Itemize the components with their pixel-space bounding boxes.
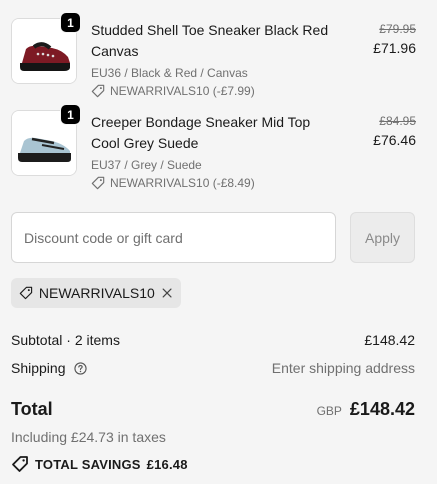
total-row: Total GBP £148.42 bbox=[11, 399, 415, 420]
currency-code: GBP bbox=[316, 404, 342, 418]
original-price: £79.95 bbox=[379, 22, 416, 36]
tag-icon bbox=[19, 286, 33, 300]
discount-code-input[interactable] bbox=[11, 212, 336, 263]
total-label: Total bbox=[11, 399, 53, 419]
taxes-note: Including £24.73 in taxes bbox=[11, 429, 166, 445]
applied-code-text: NEWARRIVALS10 bbox=[38, 285, 155, 301]
subtotal-label: Subtotal · 2 items bbox=[11, 332, 120, 348]
discounted-price: £76.46 bbox=[373, 132, 416, 148]
subtotal-row: Subtotal · 2 items £148.42 bbox=[11, 332, 415, 348]
item-discount: NEWARRIVALS10 (-£7.99) bbox=[91, 83, 341, 99]
shipping-value: Enter shipping address bbox=[271, 360, 415, 376]
tag-icon bbox=[12, 456, 28, 472]
close-icon[interactable] bbox=[161, 286, 173, 300]
help-icon[interactable] bbox=[74, 362, 88, 375]
item-discount-text: NEWARRIVALS10 (-£8.49) bbox=[110, 176, 255, 190]
tag-icon bbox=[91, 84, 105, 98]
savings-value: £16.48 bbox=[146, 456, 188, 472]
original-price: £84.95 bbox=[379, 114, 416, 128]
product-name: Creeper Bondage Sneaker Mid Top Cool Gre… bbox=[91, 114, 311, 151]
discounted-price: £71.96 bbox=[373, 40, 416, 56]
total-savings: TOTAL SAVINGS £16.48 bbox=[11, 455, 188, 473]
tag-icon bbox=[91, 176, 105, 190]
quantity-badge: 1 bbox=[60, 104, 81, 125]
quantity-badge: 1 bbox=[60, 12, 81, 33]
item-discount-text: NEWARRIVALS10 (-£7.99) bbox=[110, 84, 255, 98]
product-name: Studded Shell Toe Sneaker Black Red Canv… bbox=[91, 22, 329, 59]
subtotal-value: £148.42 bbox=[364, 332, 415, 348]
product-variant: EU37 / Grey / Suede bbox=[91, 158, 202, 172]
apply-button[interactable]: Apply bbox=[350, 212, 415, 263]
line-item: 1 Studded Shell Toe Sneaker Black Red Ca… bbox=[11, 12, 416, 98]
line-item: 1 Creeper Bondage Sneaker Mid Top Cool G… bbox=[11, 104, 416, 190]
applied-discount-chip: NEWARRIVALS10 bbox=[11, 278, 181, 308]
shipping-row: Shipping Enter shipping address bbox=[11, 360, 415, 376]
shipping-label: Shipping bbox=[11, 360, 66, 376]
total-value: £148.42 bbox=[349, 399, 415, 419]
savings-label: TOTAL SAVINGS bbox=[35, 456, 141, 472]
item-discount: NEWARRIVALS10 (-£8.49) bbox=[91, 175, 341, 191]
product-variant: EU36 / Black & Red / Canvas bbox=[91, 66, 248, 80]
